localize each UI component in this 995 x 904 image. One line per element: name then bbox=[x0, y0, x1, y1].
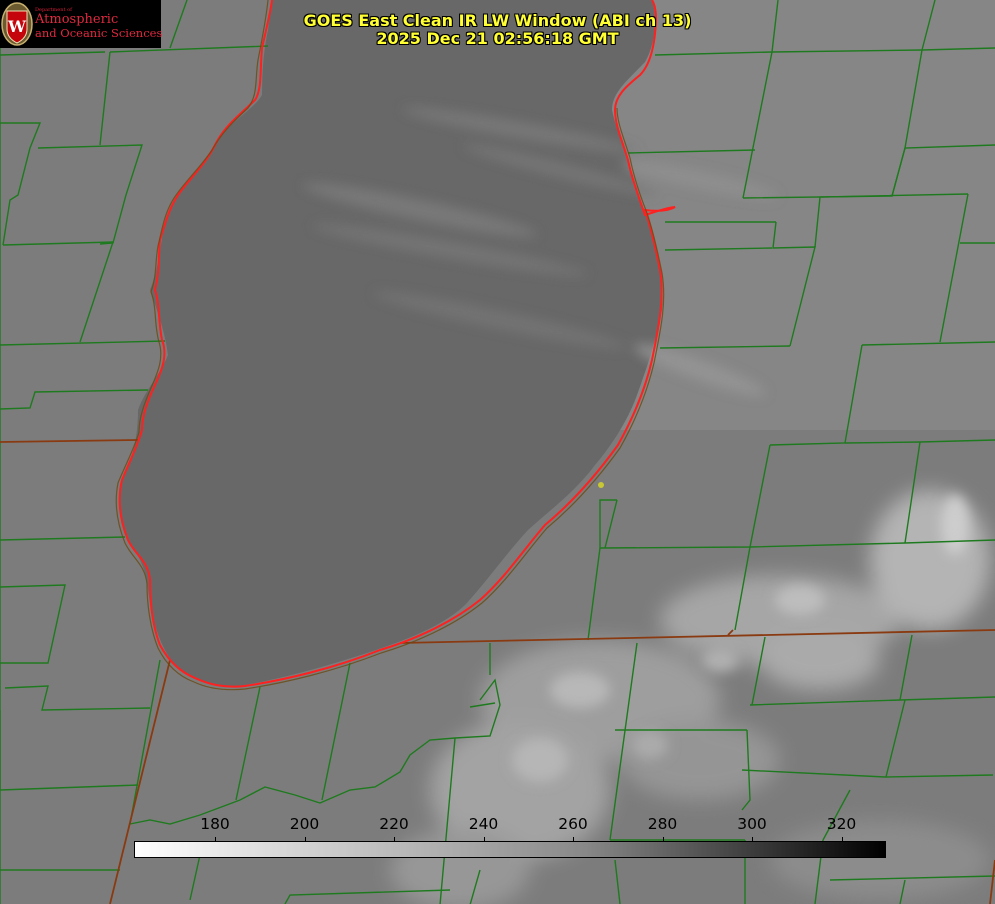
image-title: GOES East Clean IR LW Window (ABI ch 13) bbox=[303, 11, 692, 30]
colorbar-tick-label: 220 bbox=[379, 815, 409, 833]
satellite-image: W Department of Atmospheric and Oceanic … bbox=[0, 0, 995, 904]
colorbar-tick-label: 300 bbox=[737, 815, 767, 833]
colorbar-tick-label: 180 bbox=[200, 815, 230, 833]
temperature-colorbar bbox=[134, 841, 886, 858]
colorbar-tick-mark bbox=[573, 837, 574, 842]
colorbar-tick-mark bbox=[394, 837, 395, 842]
colorbar-tick-mark bbox=[215, 837, 216, 842]
location-marker bbox=[598, 482, 604, 488]
colorbar-tick-label: 320 bbox=[826, 815, 857, 833]
colorbar-tick-label: 200 bbox=[289, 815, 320, 833]
colorbar-tick-mark bbox=[483, 837, 485, 842]
map-canvas bbox=[0, 0, 995, 904]
colorbar-tick-mark bbox=[841, 837, 843, 842]
colorbar-tick-mark bbox=[304, 837, 306, 842]
land-east-lighter bbox=[600, 0, 995, 430]
colorbar-tick-label: 260 bbox=[558, 815, 588, 833]
image-timestamp: 2025 Dec 21 02:56:18 GMT bbox=[376, 29, 619, 48]
colorbar-tick-label: 240 bbox=[468, 815, 499, 833]
colorbar-tick-mark bbox=[662, 837, 664, 842]
colorbar-tick-label: 280 bbox=[647, 815, 678, 833]
colorbar-tick-mark bbox=[752, 837, 753, 842]
